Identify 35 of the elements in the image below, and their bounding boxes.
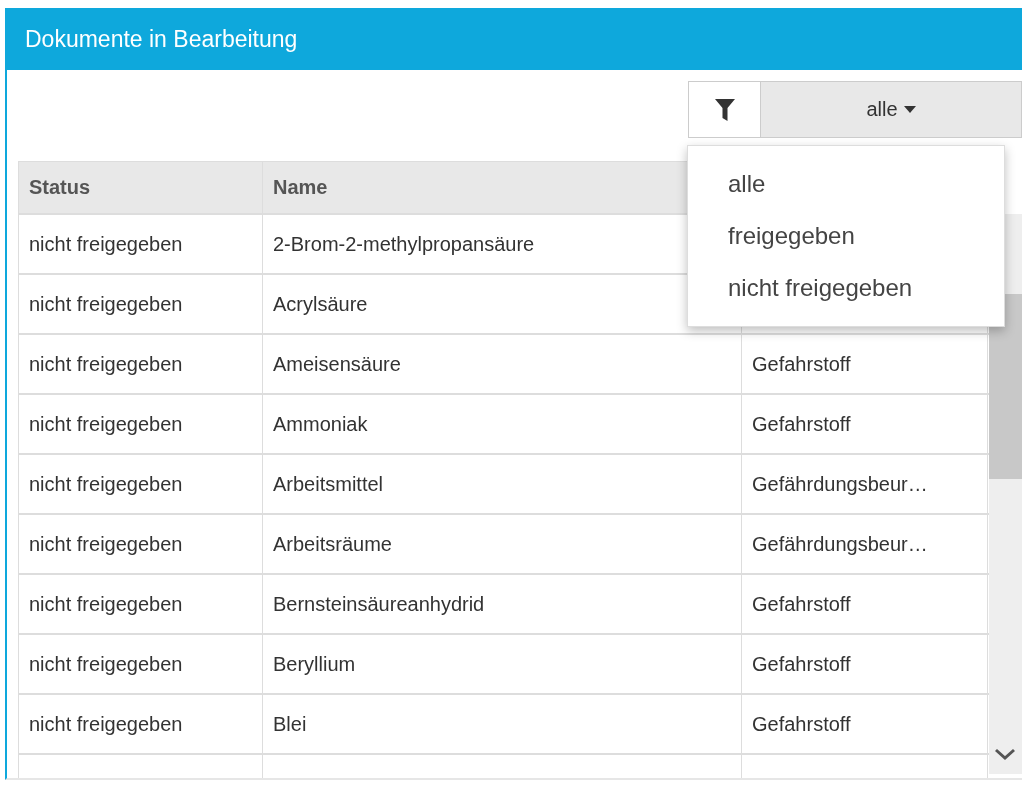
- panel-title: Dokumente in Bearbeitung: [7, 8, 1022, 70]
- caret-icon: [903, 106, 916, 113]
- table-cell: Gefahrstoff: [742, 575, 988, 633]
- table-cell: nicht freigegeben: [19, 575, 263, 633]
- scrollbar[interactable]: [989, 214, 1022, 774]
- table-cell: Gefahrstoff: [742, 635, 988, 693]
- column-header[interactable]: Name: [273, 176, 328, 199]
- table-cell: Gefahrstoff: [742, 335, 988, 393]
- table-cell: nicht freigegeben: [19, 275, 263, 333]
- filter-select[interactable]: alle: [761, 81, 1022, 138]
- menu-item[interactable]: nicht freigegeben: [688, 262, 1004, 314]
- table-cell: nicht freigegeben: [19, 335, 263, 393]
- column-header[interactable]: Status: [29, 176, 91, 199]
- table-cell: Arbeitsmittel: [263, 455, 742, 513]
- table-cell: Beryllium: [263, 635, 742, 693]
- table-cell: nicht freigegeben: [19, 215, 263, 273]
- filter-icon: [713, 97, 736, 122]
- filter-button[interactable]: [688, 81, 761, 138]
- table-cell: nicht freigegeben: [19, 515, 263, 573]
- table-cell: Gefahrstoff: [742, 395, 988, 453]
- table-cell: Bernsteinsäureanhydrid: [263, 575, 742, 633]
- table-cell: nicht freigegeben: [19, 455, 263, 513]
- table-cell: Ameisensäure: [263, 335, 742, 393]
- table-cell: nicht freigegeben: [19, 635, 263, 693]
- table-cell: Blei: [263, 695, 742, 753]
- table-cell: Gefahrstoff: [742, 695, 988, 753]
- table-cell: Gefährdungsbeur…: [742, 455, 988, 513]
- table-cell: Arbeitsräume: [263, 515, 742, 573]
- scrollbar-thumb[interactable]: [989, 294, 1022, 479]
- table-cell: Gefährdungsbeur…: [742, 515, 988, 573]
- table-cell: Ammoniak: [263, 395, 742, 453]
- table-cell: nicht freigegeben: [19, 395, 263, 453]
- menu-item[interactable]: alle: [688, 158, 1004, 210]
- menu-item[interactable]: freigegeben: [688, 210, 1004, 262]
- table-cell: nicht freigegeben: [19, 695, 263, 753]
